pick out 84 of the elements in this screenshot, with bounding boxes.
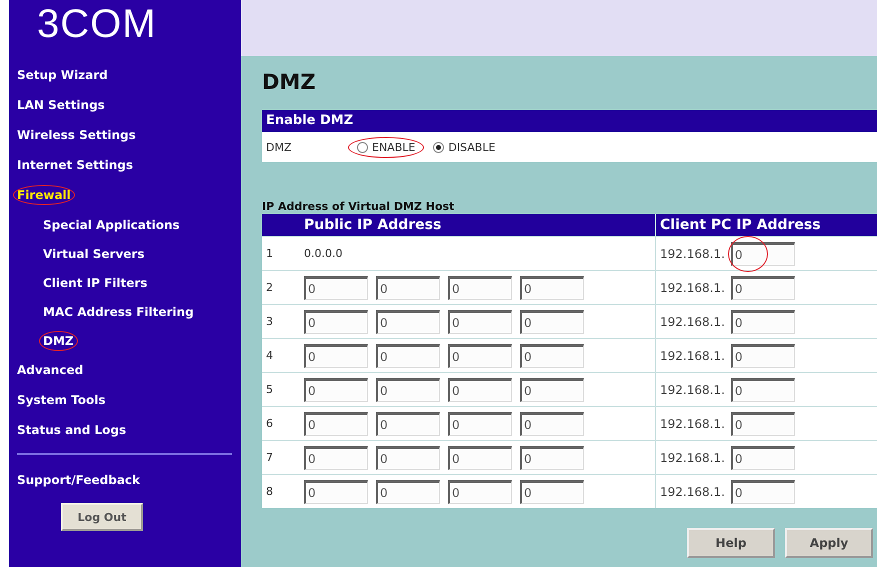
row-number: 8	[266, 485, 273, 498]
octet-field[interactable]: 0	[520, 480, 584, 504]
column-header: Public IP Address	[300, 214, 656, 236]
nav-link[interactable]: System Tools	[13, 390, 110, 410]
octet-field[interactable]: 0	[376, 412, 440, 436]
octet-field[interactable]: 0	[304, 378, 368, 402]
ip-prefix: 192.168.1.	[660, 246, 725, 260]
row-number: 2	[266, 281, 273, 294]
octet-field[interactable]: 0	[304, 310, 368, 334]
octet-field[interactable]: 0	[730, 412, 795, 436]
octet-field[interactable]: 0	[448, 412, 512, 436]
section-title: IP Address of Virtual DMZ Host	[262, 200, 456, 214]
octet-field[interactable]: 0	[520, 446, 584, 470]
octet-field[interactable]: 0	[730, 276, 795, 300]
ip-prefix: 192.168.1.	[660, 314, 725, 328]
ip-text: 0.0.0.0	[304, 247, 342, 260]
column-header: Client PC IP Address	[656, 214, 877, 236]
octet-field[interactable]: 0	[376, 378, 440, 402]
octet-field[interactable]: 0	[376, 480, 440, 504]
action-button[interactable]: Apply	[785, 528, 873, 558]
octet-field[interactable]: 0	[520, 276, 584, 300]
nav-link[interactable]: Firewall	[13, 185, 75, 205]
octet-field[interactable]: 0	[304, 446, 368, 470]
nav-link[interactable]: MAC Address Filtering	[39, 302, 198, 322]
row-number: 6	[266, 417, 273, 430]
radio-button[interactable]	[433, 142, 444, 152]
field-label: DMZ	[266, 140, 292, 154]
octet-field[interactable]: 0	[448, 276, 512, 300]
octet-field[interactable]: 0	[448, 310, 512, 334]
octet-field[interactable]: 0	[376, 446, 440, 470]
octet-field[interactable]: 0	[730, 446, 795, 470]
octet-field[interactable]: 0	[448, 378, 512, 402]
nav-link[interactable]: Client IP Filters	[39, 272, 152, 292]
row-number: 7	[266, 451, 273, 464]
radio-label: DISABLE	[448, 140, 496, 154]
octet-field[interactable]: 0	[730, 480, 795, 504]
logo: 3COM	[36, 1, 158, 48]
row-number: 1	[266, 247, 273, 260]
panel-header: Enable DMZ	[262, 110, 877, 132]
nav-link[interactable]: Virtual Servers	[39, 244, 148, 264]
nav-link[interactable]: DMZ	[39, 330, 78, 350]
octet-field[interactable]: 0	[304, 276, 368, 300]
octet-field[interactable]: 0	[304, 412, 368, 436]
row-number: 4	[266, 349, 273, 362]
octet-field[interactable]: 0	[304, 344, 368, 368]
octet-field[interactable]: 0	[376, 310, 440, 334]
ip-prefix: 192.168.1.	[660, 416, 725, 430]
radio-label: ENABLE	[372, 140, 416, 154]
support-link[interactable]: Support/Feedback	[13, 470, 144, 490]
ip-prefix: 192.168.1.	[660, 348, 725, 362]
nav-link[interactable]: Status and Logs	[13, 420, 130, 440]
octet-field[interactable]: 0	[376, 276, 440, 300]
octet-field[interactable]: 0	[730, 310, 795, 334]
nav-link[interactable]: Internet Settings	[13, 155, 138, 175]
octet-field[interactable]: 0	[520, 344, 584, 368]
ip-prefix: 192.168.1.	[660, 484, 725, 498]
octet-field[interactable]: 0	[730, 344, 795, 368]
radio-button[interactable]	[357, 142, 368, 152]
nav-link[interactable]: Advanced	[13, 360, 88, 380]
row-number: 5	[266, 383, 273, 396]
octet-field[interactable]: 0	[730, 242, 795, 266]
octet-field[interactable]: 0	[730, 378, 795, 402]
octet-field[interactable]: 0	[448, 446, 512, 470]
table-header	[262, 214, 300, 236]
nav-link[interactable]: LAN Settings	[13, 95, 109, 115]
nav-link[interactable]: Special Applications	[39, 214, 184, 234]
octet-field[interactable]: 0	[520, 412, 584, 436]
nav-link[interactable]: Setup Wizard	[13, 65, 112, 85]
octet-field[interactable]: 0	[520, 378, 584, 402]
page-title: DMZ	[262, 70, 317, 96]
nav-link[interactable]: Wireless Settings	[13, 125, 140, 145]
row-number: 3	[266, 315, 273, 328]
ip-prefix: 192.168.1.	[660, 450, 725, 464]
octet-field[interactable]: 0	[448, 480, 512, 504]
octet-field[interactable]: 0	[304, 480, 368, 504]
ip-prefix: 192.168.1.	[660, 382, 725, 396]
logout-button[interactable]: Log Out	[61, 503, 143, 531]
radio-option[interactable]: DISABLE	[424, 136, 504, 158]
ip-prefix: 192.168.1.	[660, 280, 725, 294]
octet-field[interactable]: 0	[520, 310, 584, 334]
octet-field[interactable]: 0	[376, 344, 440, 368]
action-button[interactable]: Help	[687, 528, 775, 558]
radio-option[interactable]: ENABLE	[348, 136, 424, 158]
octet-field[interactable]: 0	[448, 344, 512, 368]
